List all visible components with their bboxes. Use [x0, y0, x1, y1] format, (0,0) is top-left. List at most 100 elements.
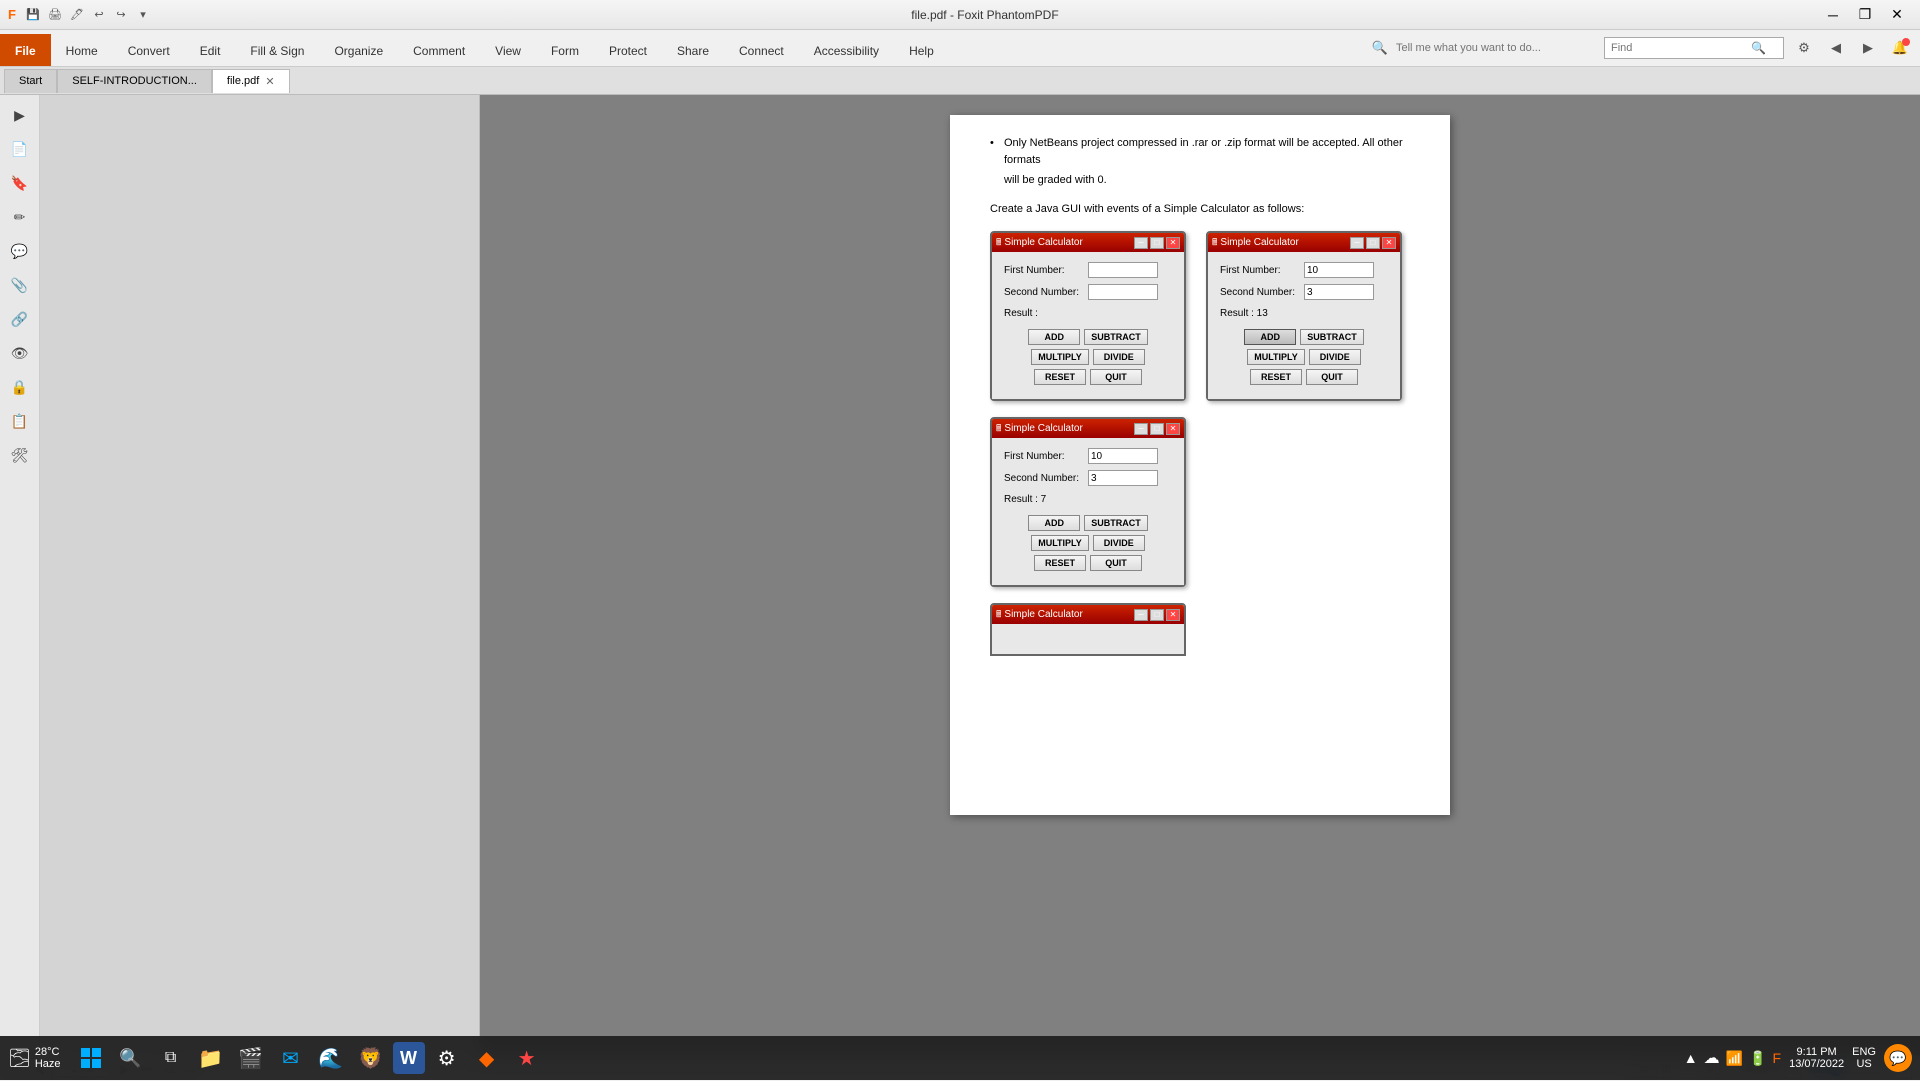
doc-tab-file[interactable]: file.pdf ✕: [212, 69, 290, 93]
calc-3-subtract-btn[interactable]: SUBTRACT: [1084, 515, 1148, 531]
tab-help[interactable]: Help: [894, 34, 949, 66]
calc-1-reset-btn[interactable]: RESET: [1034, 369, 1086, 385]
tab-view[interactable]: View: [480, 34, 536, 66]
minimize-button[interactable]: ─: [1818, 5, 1848, 25]
calc-1-minimize-btn[interactable]: ─: [1134, 237, 1148, 249]
calc-3-divide-btn[interactable]: DIVIDE: [1093, 535, 1145, 551]
calc-3-first-input[interactable]: [1088, 448, 1158, 464]
github-btn[interactable]: ⚙: [429, 1040, 465, 1076]
tab-file[interactable]: File: [0, 34, 51, 66]
word-btn[interactable]: W: [393, 1042, 425, 1074]
qa-undo-icon[interactable]: ↩: [90, 6, 108, 24]
battery-icon[interactable]: 🔋: [1749, 1050, 1766, 1067]
calc-1-close-btn[interactable]: ✕: [1166, 237, 1180, 249]
qa-save-icon[interactable]: 💾: [24, 6, 42, 24]
edge-btn[interactable]: 🌊: [313, 1040, 349, 1076]
tab-accessibility[interactable]: Accessibility: [799, 34, 894, 66]
mail-btn[interactable]: ✉: [273, 1040, 309, 1076]
sidebar-layers-icon[interactable]: 📋: [4, 405, 36, 437]
network-icon[interactable]: ▲: [1684, 1050, 1698, 1066]
sidebar-tools-icon[interactable]: 🛠: [4, 439, 36, 471]
calc-3-reset-btn[interactable]: RESET: [1034, 555, 1086, 571]
tab-convert[interactable]: Convert: [113, 34, 185, 66]
calc-4-close-btn[interactable]: ✕: [1166, 609, 1180, 621]
wifi-icon[interactable]: 📶: [1726, 1050, 1743, 1067]
calc-3-close-btn[interactable]: ✕: [1166, 423, 1180, 435]
calc-4-maximize-btn[interactable]: □: [1150, 609, 1164, 621]
close-button[interactable]: ✕: [1882, 5, 1912, 25]
task-view-btn[interactable]: ⧉: [153, 1040, 189, 1076]
sidebar-pages-icon[interactable]: 📄: [4, 133, 36, 165]
calc-4-minimize-btn[interactable]: ─: [1134, 609, 1148, 621]
calc-1-first-input[interactable]: [1088, 262, 1158, 278]
settings-icon[interactable]: ⚙: [1792, 36, 1816, 60]
calc-2-add-btn[interactable]: ADD: [1244, 329, 1296, 345]
calc-1-quit-btn[interactable]: QUIT: [1090, 369, 1142, 385]
obs-btn[interactable]: 🎬: [233, 1040, 269, 1076]
doc-tab-file-close-icon[interactable]: ✕: [265, 75, 274, 88]
notification-circle[interactable]: 💬: [1884, 1044, 1912, 1072]
tab-comment[interactable]: Comment: [398, 34, 480, 66]
calc-1-divide-btn[interactable]: DIVIDE: [1093, 349, 1145, 365]
calc-3-second-input[interactable]: [1088, 470, 1158, 486]
search-taskbar-btn[interactable]: 🔍: [113, 1040, 149, 1076]
tab-fill-sign[interactable]: Fill & Sign: [235, 34, 319, 66]
doc-tab-self-intro[interactable]: SELF-INTRODUCTION...: [57, 69, 212, 93]
calc-2-quit-btn[interactable]: QUIT: [1306, 369, 1358, 385]
calc-3-multiply-btn[interactable]: MULTIPLY: [1031, 535, 1089, 551]
calc-2-minimize-btn[interactable]: ─: [1350, 237, 1364, 249]
calc-3-add-btn[interactable]: ADD: [1028, 515, 1080, 531]
restore-button[interactable]: ❐: [1850, 5, 1880, 25]
tab-share[interactable]: Share: [662, 34, 724, 66]
calc-1-second-input[interactable]: [1088, 284, 1158, 300]
tab-connect[interactable]: Connect: [724, 34, 799, 66]
qa-dropdown-icon[interactable]: ▾: [134, 6, 152, 24]
sidebar-links-icon[interactable]: 🔗: [4, 303, 36, 335]
qa-redo-icon[interactable]: ↪: [112, 6, 130, 24]
brave-btn[interactable]: 🦁: [353, 1040, 389, 1076]
notification-icon[interactable]: 🔔: [1888, 36, 1912, 60]
calc-2-close-btn[interactable]: ✕: [1382, 237, 1396, 249]
calc-3-maximize-btn[interactable]: □: [1150, 423, 1164, 435]
calc-2-divide-btn[interactable]: DIVIDE: [1309, 349, 1361, 365]
sidebar-bookmarks-icon[interactable]: 🔖: [4, 167, 36, 199]
cloud-icon[interactable]: ☁: [1704, 1048, 1720, 1068]
tab-form[interactable]: Form: [536, 34, 594, 66]
calc-2-maximize-btn[interactable]: □: [1366, 237, 1380, 249]
tab-home[interactable]: Home: [51, 34, 113, 66]
app-tray-1[interactable]: ◆: [469, 1040, 505, 1076]
calc-1-subtract-btn[interactable]: SUBTRACT: [1084, 329, 1148, 345]
sidebar-security-icon[interactable]: 🔒: [4, 371, 36, 403]
calc-2-subtract-btn[interactable]: SUBTRACT: [1300, 329, 1364, 345]
language-widget[interactable]: ENG US: [1852, 1046, 1876, 1070]
calc-1-maximize-btn[interactable]: □: [1150, 237, 1164, 249]
nav-forward-icon[interactable]: ▶: [1856, 36, 1880, 60]
help-search-input[interactable]: [1396, 42, 1596, 54]
tab-organize[interactable]: Organize: [319, 34, 398, 66]
calc-3-quit-btn[interactable]: QUIT: [1090, 555, 1142, 571]
qa-edit-icon[interactable]: 🖊: [68, 6, 86, 24]
app-tray-2[interactable]: ★: [509, 1040, 545, 1076]
sidebar-properties-icon[interactable]: 👁: [4, 337, 36, 369]
qa-print-icon[interactable]: 🖨: [46, 6, 64, 24]
start-button[interactable]: [73, 1040, 109, 1076]
sidebar-attachments-icon[interactable]: 📎: [4, 269, 36, 301]
calc-1-multiply-btn[interactable]: MULTIPLY: [1031, 349, 1089, 365]
find-icon[interactable]: 🔍: [1751, 41, 1766, 55]
sidebar-nav-icon[interactable]: ▶: [4, 99, 36, 131]
doc-tab-start[interactable]: Start: [4, 69, 57, 93]
calc-2-multiply-btn[interactable]: MULTIPLY: [1247, 349, 1305, 365]
nav-back-icon[interactable]: ◀: [1824, 36, 1848, 60]
datetime-widget[interactable]: 9:11 PM 13/07/2022: [1789, 1046, 1844, 1070]
calc-2-second-input[interactable]: [1304, 284, 1374, 300]
tab-protect[interactable]: Protect: [594, 34, 662, 66]
tab-edit[interactable]: Edit: [185, 34, 236, 66]
find-input[interactable]: [1611, 42, 1751, 54]
foxit-tray-icon[interactable]: F: [1773, 1050, 1782, 1066]
sidebar-comments-icon[interactable]: 💬: [4, 235, 36, 267]
calc-1-add-btn[interactable]: ADD: [1028, 329, 1080, 345]
calc-2-first-input[interactable]: [1304, 262, 1374, 278]
calc-3-minimize-btn[interactable]: ─: [1134, 423, 1148, 435]
calc-2-reset-btn[interactable]: RESET: [1250, 369, 1302, 385]
sidebar-annotate-icon[interactable]: ✏: [4, 201, 36, 233]
